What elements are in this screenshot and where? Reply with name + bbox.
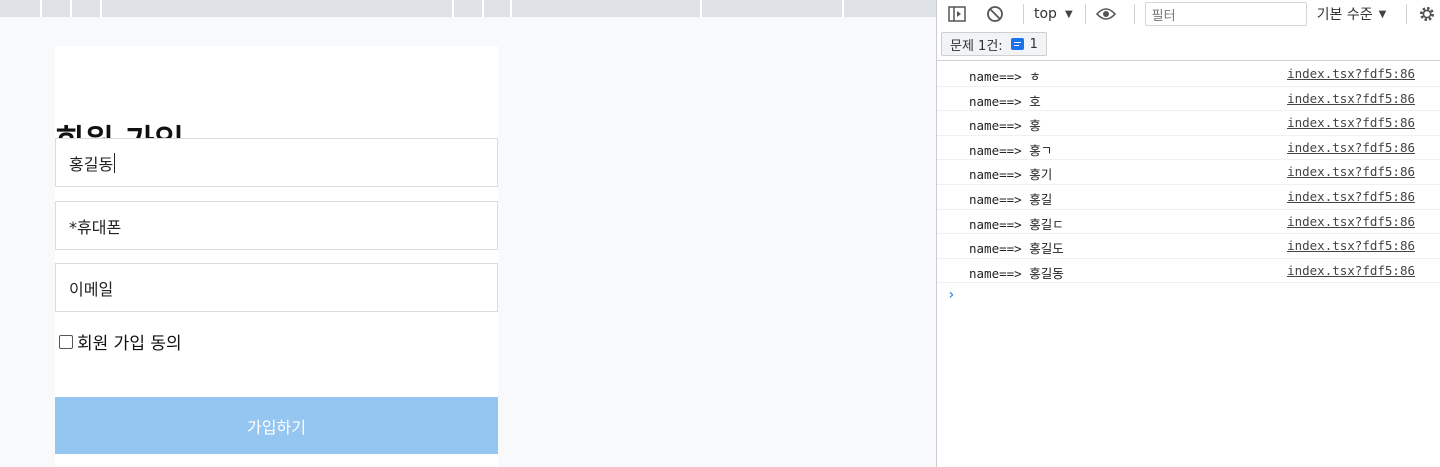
- log-source-link[interactable]: index.tsx?fdf5:86: [1287, 164, 1415, 179]
- ruler-tick: [700, 0, 702, 17]
- console-prompt[interactable]: ›: [947, 287, 955, 303]
- agree-row: 회원 가입 동의: [59, 329, 182, 354]
- console-log-list: name==> ㅎ index.tsx?fdf5:86 name==> 호 in…: [937, 62, 1440, 284]
- log-source-link[interactable]: index.tsx?fdf5:86: [1287, 189, 1415, 204]
- issues-button[interactable]: 문제 1건: 1: [941, 32, 1047, 56]
- email-input-placeholder: 이메일: [69, 279, 114, 299]
- log-row: name==> 홍ㄱ index.tsx?fdf5:86: [937, 136, 1440, 161]
- issues-count: 1: [1029, 36, 1038, 52]
- ruler-tick: [100, 0, 102, 17]
- issues-label: 문제 1건:: [950, 38, 1003, 54]
- agree-checkbox[interactable]: [59, 334, 73, 349]
- log-message: name==> 호: [969, 93, 1041, 109]
- issues-bar: 문제 1건: 1: [937, 28, 1440, 61]
- screen: 회원 가입 홍길동 *휴대폰 이메일 회원 가입 동의 가입하기: [0, 0, 1440, 467]
- sidebar-toggle-icon[interactable]: [947, 4, 967, 24]
- web-page: 회원 가입 홍길동 *휴대폰 이메일 회원 가입 동의 가입하기: [0, 0, 936, 467]
- log-levels-label: 기본 수준: [1316, 7, 1373, 23]
- log-message: name==> 홍길동: [969, 265, 1064, 281]
- ruler-tick: [70, 0, 72, 17]
- log-source-link[interactable]: index.tsx?fdf5:86: [1287, 238, 1415, 253]
- log-message: name==> 홍: [969, 118, 1041, 134]
- agree-label[interactable]: 회원 가입 동의: [77, 329, 182, 354]
- ruler-tick: [482, 0, 484, 17]
- log-row: name==> 홍길동 index.tsx?fdf5:86: [937, 259, 1440, 284]
- ruler-tick: [452, 0, 454, 17]
- log-source-link[interactable]: index.tsx?fdf5:86: [1287, 214, 1415, 229]
- toolbar-divider: [1133, 4, 1135, 24]
- log-source-link[interactable]: index.tsx?fdf5:86: [1287, 66, 1415, 81]
- signup-form: 회원 가입 홍길동 *휴대폰 이메일 회원 가입 동의 가입하기: [55, 46, 498, 467]
- log-source-link[interactable]: index.tsx?fdf5:86: [1287, 263, 1415, 278]
- clear-console-icon[interactable]: [985, 4, 1005, 24]
- log-message: name==> 홍기: [969, 167, 1053, 183]
- log-source-link[interactable]: index.tsx?fdf5:86: [1287, 140, 1415, 155]
- gear-icon[interactable]: [1417, 4, 1437, 24]
- log-row: name==> 호 index.tsx?fdf5:86: [937, 87, 1440, 112]
- log-source-link[interactable]: index.tsx?fdf5:86: [1287, 115, 1415, 130]
- toolbar-divider: [1023, 4, 1024, 24]
- log-levels-dropdown[interactable]: 기본 수준 ▼: [1317, 4, 1387, 24]
- log-message: name==> 홍ㄱ: [969, 142, 1053, 158]
- log-row: name==> ㅎ index.tsx?fdf5:86: [937, 62, 1440, 87]
- log-source-link[interactable]: index.tsx?fdf5:86: [1287, 91, 1415, 106]
- toolbar-divider: [1084, 4, 1086, 24]
- ruler-tick: [510, 0, 512, 17]
- filter-placeholder: 필터: [1151, 8, 1176, 24]
- console-toolbar: top ▼ 필터 기본 수준 ▼: [937, 0, 1440, 28]
- signup-button[interactable]: 가입하기: [55, 397, 498, 454]
- email-input[interactable]: 이메일: [55, 263, 498, 312]
- dropdown-arrow-icon: ▼: [1378, 8, 1387, 20]
- name-input[interactable]: 홍길동: [55, 138, 498, 187]
- log-row: name==> 홍길도 index.tsx?fdf5:86: [937, 234, 1440, 259]
- devtools-panel: top ▼ 필터 기본 수준 ▼ 문제 1건: 1 name==> ㅎ inde…: [936, 0, 1440, 467]
- ruler-tick: [842, 0, 844, 17]
- log-message: name==> ㅎ: [969, 69, 1041, 84]
- phone-input-placeholder: *휴대폰: [69, 217, 122, 237]
- eye-icon[interactable]: [1095, 4, 1116, 24]
- dropdown-arrow-icon: ▼: [1064, 8, 1073, 20]
- context-selector[interactable]: top ▼: [1034, 6, 1073, 22]
- log-row: name==> 홍길ㄷ index.tsx?fdf5:86: [937, 210, 1440, 235]
- log-message: name==> 홍길: [969, 191, 1053, 207]
- log-row: name==> 홍기 index.tsx?fdf5:86: [937, 160, 1440, 185]
- toolbar-divider: [1406, 4, 1408, 24]
- ruler-bar: [0, 0, 936, 17]
- text-caret: [114, 152, 116, 173]
- log-message: name==> 홍길도: [969, 241, 1064, 257]
- ruler-tick: [40, 0, 42, 17]
- log-row: name==> 홍 index.tsx?fdf5:86: [937, 111, 1440, 136]
- message-icon: [1010, 38, 1024, 50]
- name-input-value: 홍길동: [69, 154, 114, 174]
- context-label: top: [1034, 6, 1057, 22]
- phone-input[interactable]: *휴대폰: [55, 201, 498, 250]
- log-message: name==> 홍길ㄷ: [969, 216, 1064, 232]
- log-row: name==> 홍길 index.tsx?fdf5:86: [937, 185, 1440, 210]
- filter-input[interactable]: 필터: [1144, 2, 1307, 26]
